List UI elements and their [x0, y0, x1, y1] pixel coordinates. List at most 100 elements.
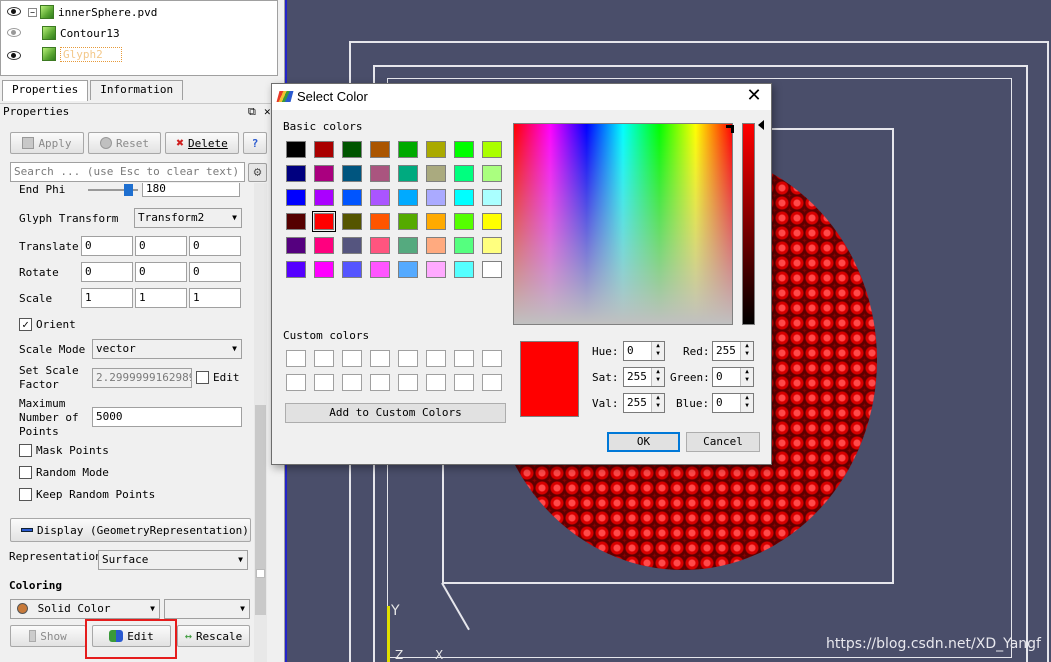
basic-color-swatch[interactable]: [342, 189, 362, 206]
cancel-button[interactable]: Cancel: [686, 432, 760, 452]
hue-saturation-picker[interactable]: [513, 123, 733, 325]
basic-color-swatch[interactable]: [454, 189, 474, 206]
basic-color-swatch[interactable]: [370, 141, 390, 158]
basic-color-swatch[interactable]: [314, 141, 334, 158]
value-slider-arrow[interactable]: [758, 120, 764, 130]
basic-color-swatch[interactable]: [398, 165, 418, 182]
show-button[interactable]: Show: [10, 625, 86, 647]
coloring-select[interactable]: Solid Color: [10, 599, 160, 619]
custom-color-swatch[interactable]: [370, 350, 390, 367]
custom-color-swatch[interactable]: [482, 350, 502, 367]
pipeline-item-innersphere[interactable]: − innerSphere.pvd: [28, 2, 157, 22]
spin-arrows-icon[interactable]: ▲ ▼: [740, 394, 753, 412]
translate-x-input[interactable]: 0: [81, 236, 133, 256]
pipeline-item-contour13[interactable]: Contour13: [42, 23, 120, 43]
basic-color-swatch[interactable]: [312, 211, 336, 232]
add-to-custom-colors-button[interactable]: Add to Custom Colors: [285, 403, 506, 423]
pipeline-item-glyph2[interactable]: Glyph2: [42, 44, 122, 64]
basic-color-swatch[interactable]: [454, 141, 474, 158]
basic-color-swatch[interactable]: [454, 237, 474, 254]
basic-color-swatch[interactable]: [314, 261, 334, 278]
close-icon[interactable]: ✕: [743, 85, 765, 107]
end-phi-input[interactable]: 180: [142, 183, 240, 197]
scale-factor-input[interactable]: 2.29999991629894: [92, 368, 192, 388]
basic-color-swatch[interactable]: [426, 165, 446, 182]
rotate-x-input[interactable]: 0: [81, 262, 133, 282]
basic-color-swatch[interactable]: [426, 261, 446, 278]
mask-points-checkbox[interactable]: [19, 444, 32, 457]
translate-y-input[interactable]: 0: [135, 236, 187, 256]
tab-properties[interactable]: Properties: [2, 80, 89, 101]
spin-arrows-icon[interactable]: ▲ ▼: [740, 342, 753, 360]
eye-icon[interactable]: [7, 7, 21, 16]
basic-color-swatch[interactable]: [398, 213, 418, 230]
keep-random-points-checkbox[interactable]: [19, 488, 32, 501]
scale-y-input[interactable]: 1: [135, 288, 187, 308]
basic-color-swatch[interactable]: [482, 165, 502, 182]
basic-color-swatch[interactable]: [454, 165, 474, 182]
gear-icon[interactable]: ⚙: [248, 163, 267, 182]
float-icon[interactable]: ⧉: [248, 104, 256, 120]
custom-color-swatch[interactable]: [342, 350, 362, 367]
basic-color-swatch[interactable]: [286, 213, 306, 230]
basic-color-swatch[interactable]: [286, 141, 306, 158]
custom-color-swatch[interactable]: [314, 374, 334, 391]
basic-color-swatch[interactable]: [482, 213, 502, 230]
blue-spinbox[interactable]: 0 ▲ ▼: [712, 393, 754, 413]
basic-color-swatch[interactable]: [342, 141, 362, 158]
delete-button[interactable]: ✖ Delete: [165, 132, 239, 154]
rotate-z-input[interactable]: 0: [189, 262, 241, 282]
dialog-titlebar[interactable]: Select Color ✕: [272, 84, 771, 110]
scale-mode-select[interactable]: vector: [92, 339, 242, 359]
custom-color-swatch[interactable]: [398, 350, 418, 367]
help-button[interactable]: ?: [243, 132, 267, 154]
rotate-y-input[interactable]: 0: [135, 262, 187, 282]
custom-color-swatch[interactable]: [426, 374, 446, 391]
basic-color-swatch[interactable]: [370, 261, 390, 278]
basic-color-swatch[interactable]: [370, 237, 390, 254]
basic-color-swatch[interactable]: [370, 213, 390, 230]
translate-z-input[interactable]: 0: [189, 236, 241, 256]
apply-button[interactable]: Apply: [10, 132, 84, 154]
sat-spinbox[interactable]: 255 ▲ ▼: [623, 367, 665, 387]
basic-color-swatch[interactable]: [482, 261, 502, 278]
basic-color-swatch[interactable]: [398, 237, 418, 254]
basic-color-swatch[interactable]: [342, 165, 362, 182]
basic-color-swatch[interactable]: [314, 165, 334, 182]
eye-icon[interactable]: [7, 28, 21, 37]
tab-information[interactable]: Information: [90, 80, 184, 100]
spin-arrows-icon[interactable]: ▲ ▼: [651, 342, 664, 360]
basic-color-swatch[interactable]: [454, 213, 474, 230]
spin-arrows-icon[interactable]: ▲ ▼: [651, 368, 664, 386]
basic-color-swatch[interactable]: [370, 165, 390, 182]
basic-color-swatch[interactable]: [370, 189, 390, 206]
custom-color-swatch[interactable]: [342, 374, 362, 391]
eye-icon[interactable]: [7, 51, 21, 60]
basic-color-swatch[interactable]: [426, 213, 446, 230]
basic-color-swatch[interactable]: [426, 237, 446, 254]
properties-scrollbar[interactable]: [254, 183, 267, 662]
custom-color-swatch[interactable]: [286, 374, 306, 391]
custom-color-swatch[interactable]: [286, 350, 306, 367]
basic-color-swatch[interactable]: [286, 165, 306, 182]
val-spinbox[interactable]: 255 ▲ ▼: [623, 393, 665, 413]
orient-checkbox[interactable]: ✓: [19, 318, 32, 331]
display-section-toggle[interactable]: Display (GeometryRepresentation): [10, 518, 251, 542]
basic-color-swatch[interactable]: [398, 261, 418, 278]
scale-x-input[interactable]: 1: [81, 288, 133, 308]
basic-color-swatch[interactable]: [426, 189, 446, 206]
value-slider[interactable]: [742, 123, 755, 325]
basic-color-swatch[interactable]: [454, 261, 474, 278]
rescale-button[interactable]: ↔ Rescale: [177, 625, 250, 647]
reset-button[interactable]: Reset: [88, 132, 161, 154]
basic-color-swatch[interactable]: [286, 237, 306, 254]
green-spinbox[interactable]: 0 ▲ ▼: [712, 367, 754, 387]
scale-z-input[interactable]: 1: [189, 288, 241, 308]
end-phi-slider-handle[interactable]: [124, 184, 133, 196]
basic-color-swatch[interactable]: [286, 189, 306, 206]
ok-button[interactable]: OK: [607, 432, 680, 452]
custom-color-swatch[interactable]: [454, 374, 474, 391]
red-spinbox[interactable]: 255 ▲ ▼: [712, 341, 754, 361]
custom-color-swatch[interactable]: [398, 374, 418, 391]
search-input[interactable]: Search ... (use Esc to clear text): [10, 162, 245, 182]
